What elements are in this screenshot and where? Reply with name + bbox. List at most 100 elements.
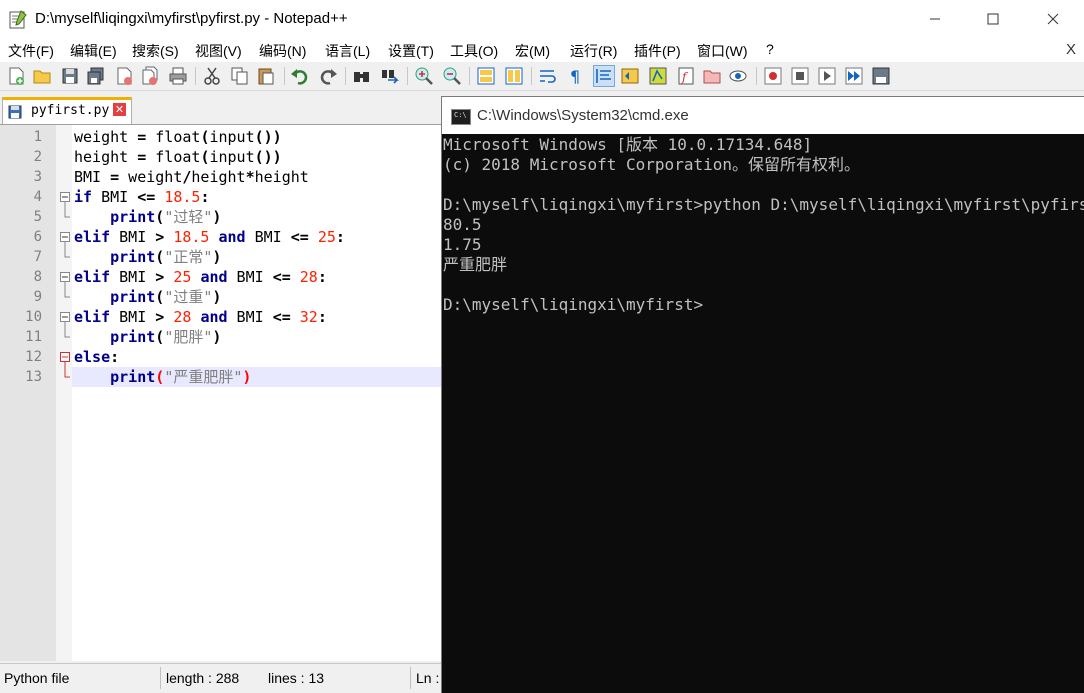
play-multiple-icon[interactable]: [844, 66, 864, 86]
indent-guide-icon[interactable]: [593, 65, 615, 87]
save-icon[interactable]: [60, 66, 80, 86]
console-line: 严重肥胖: [443, 255, 508, 274]
show-all-chars-icon[interactable]: ¶: [566, 66, 586, 86]
play-macro-icon[interactable]: [817, 66, 837, 86]
console-prompt[interactable]: D:\myself\liqingxi\myfirst>: [443, 295, 703, 315]
fold-end-icon: [64, 207, 70, 218]
fold-minus-icon[interactable]: [60, 187, 70, 207]
window-title: D:\myself\liqingxi\myfirst\pyfirst.py - …: [35, 10, 348, 27]
console-line: 1.75: [443, 235, 482, 254]
zoom-in-icon[interactable]: [414, 66, 434, 86]
menu-macro[interactable]: 宏(M): [515, 41, 550, 61]
zoom-out-icon[interactable]: [442, 66, 462, 86]
code-line: 1 weight = float(input()): [0, 127, 442, 147]
menu-language[interactable]: 语言(L): [325, 41, 370, 61]
fold-minus-icon[interactable]: [60, 267, 70, 287]
code-line: 11 print("肥胖"): [0, 327, 442, 347]
open-file-icon[interactable]: [32, 66, 52, 86]
cut-icon[interactable]: [202, 66, 222, 86]
status-divider: [410, 667, 411, 689]
tab-pyfirst[interactable]: pyfirst.py ✕: [2, 97, 132, 126]
code-line: 8 elif BMI > 25 and BMI <= 28:: [0, 267, 442, 287]
print-icon[interactable]: [168, 66, 188, 86]
udl-icon[interactable]: [620, 66, 640, 86]
tab-bar: pyfirst.py ✕: [0, 91, 442, 126]
tab-label: pyfirst.py: [31, 103, 110, 118]
toolbar-separator: [407, 67, 408, 85]
find-icon[interactable]: [352, 66, 372, 86]
cmd-window[interactable]: C:\ C:\Windows\System32\cmd.exe Microsof…: [441, 96, 1084, 693]
fold-end-icon: [64, 367, 70, 378]
menu-window[interactable]: 窗口(W): [697, 41, 748, 61]
sync-vertical-icon[interactable]: [476, 66, 496, 86]
menu-plugins[interactable]: 插件(P): [634, 41, 681, 61]
line-number: 4: [33, 189, 42, 205]
new-file-icon[interactable]: [6, 66, 26, 86]
line-number: 6: [33, 229, 42, 245]
save-all-icon[interactable]: [86, 66, 106, 86]
status-length: length : 288: [166, 670, 240, 686]
fold-minus-icon[interactable]: [60, 227, 70, 247]
maximize-button[interactable]: [964, 0, 1022, 38]
menu-help[interactable]: ?: [766, 41, 774, 57]
menu-encoding[interactable]: 编码(N): [259, 41, 306, 61]
undo-icon[interactable]: [290, 66, 310, 86]
copy-icon[interactable]: [230, 66, 250, 86]
close-doc-button[interactable]: X: [1066, 41, 1076, 58]
sync-horizontal-icon[interactable]: [504, 66, 524, 86]
line-number: 11: [25, 329, 42, 345]
line-number: 8: [33, 269, 42, 285]
code-text: elif BMI > 28 and BMI <= 32:: [74, 308, 327, 326]
menu-tools[interactable]: 工具(O): [450, 41, 498, 61]
notepadpp-icon: [9, 10, 27, 29]
line-number: 2: [33, 149, 42, 165]
code-text: print("严重肥胖"): [110, 368, 252, 386]
toolbar: ¶ f: [0, 62, 1084, 91]
replace-icon[interactable]: [380, 66, 400, 86]
redo-icon[interactable]: [318, 66, 338, 86]
menu-run[interactable]: 运行(R): [570, 41, 617, 61]
close-window-icon: [1047, 13, 1059, 25]
record-macro-icon[interactable]: [763, 66, 783, 86]
svg-text:¶: ¶: [570, 67, 580, 86]
console-line: Microsoft Windows [版本 10.0.17134.648]: [443, 135, 813, 154]
close-all-icon[interactable]: [140, 66, 160, 86]
code-text: if BMI <= 18.5:: [74, 188, 210, 206]
line-number: 1: [33, 129, 42, 145]
menu-view[interactable]: 视图(V): [195, 41, 242, 61]
menu-file[interactable]: 文件(F): [8, 41, 54, 61]
function-list-icon[interactable]: f: [676, 66, 696, 86]
minimize-button[interactable]: [906, 0, 964, 38]
status-bar: Python file length : 288 lines : 13 Ln :: [0, 663, 442, 693]
cmd-title-bar[interactable]: C:\ C:\Windows\System32\cmd.exe: [442, 97, 1084, 134]
folder-workspace-icon[interactable]: [702, 66, 722, 86]
code-line: 2 height = float(input()): [0, 147, 442, 167]
console-line: 80.5: [443, 215, 482, 234]
console-line: D:\myself\liqingxi\myfirst>python D:\mys…: [443, 195, 1084, 214]
code-editor[interactable]: 1 weight = float(input()) 2 height = flo…: [0, 124, 442, 661]
word-wrap-icon[interactable]: [538, 66, 558, 86]
menu-settings[interactable]: 设置(T): [388, 41, 434, 61]
save-macro-icon[interactable]: [871, 66, 891, 86]
fold-minus-icon[interactable]: [60, 347, 70, 367]
monitor-icon[interactable]: [728, 66, 748, 86]
menu-edit[interactable]: 编辑(E): [70, 41, 117, 61]
code-line: 12 else:: [0, 347, 442, 367]
toolbar-separator: [345, 67, 346, 85]
line-number: 5: [33, 209, 42, 225]
status-ln: Ln :: [416, 670, 440, 686]
close-icon[interactable]: [114, 66, 134, 86]
console-output[interactable]: Microsoft Windows [版本 10.0.17134.648] (c…: [442, 134, 1084, 692]
paste-icon[interactable]: [256, 66, 276, 86]
doc-map-icon[interactable]: [648, 66, 668, 86]
cmd-icon: C:\: [451, 109, 471, 125]
fold-minus-icon[interactable]: [60, 307, 70, 327]
stop-macro-icon[interactable]: [790, 66, 810, 86]
code-text: print("过轻"): [110, 208, 222, 226]
menu-search[interactable]: 搜索(S): [132, 41, 179, 61]
code-line: 7 print("正常"): [0, 247, 442, 267]
code-text: elif BMI > 18.5 and BMI <= 25:: [74, 228, 345, 246]
code-text: print("肥胖"): [110, 328, 222, 346]
close-window-button[interactable]: [1024, 0, 1082, 38]
tab-close-button[interactable]: ✕: [113, 103, 126, 116]
